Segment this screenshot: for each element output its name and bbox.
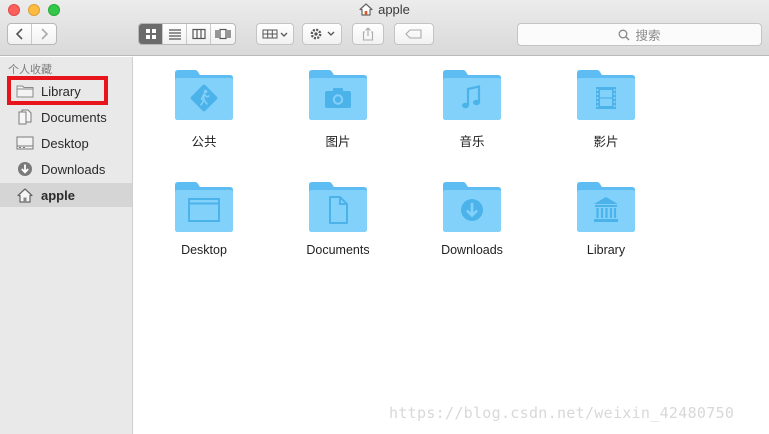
folder-label: Documents xyxy=(306,243,370,257)
music-folder-icon xyxy=(443,70,501,120)
document-icon xyxy=(16,109,34,125)
folder-item-desktop[interactable]: Desktop xyxy=(149,181,259,257)
folder-item-downloads[interactable]: Downloads xyxy=(417,181,527,257)
search-icon xyxy=(619,29,630,40)
pictures-folder-icon xyxy=(309,70,367,120)
library-folder-icon xyxy=(577,182,635,232)
public-folder-icon xyxy=(175,70,233,120)
gear-icon xyxy=(310,28,335,40)
folder-label: Downloads xyxy=(441,243,503,257)
sidebar-item-documents[interactable]: Documents xyxy=(0,105,132,129)
window-title-text: apple xyxy=(378,2,410,17)
sidebar-item-downloads[interactable]: Downloads xyxy=(0,157,132,181)
folder-label: 音乐 xyxy=(459,135,485,149)
back-button[interactable] xyxy=(8,24,32,44)
folder-item-documents[interactable]: Documents xyxy=(283,181,393,257)
column-view-button[interactable] xyxy=(187,24,211,44)
sidebar-item-label: Downloads xyxy=(41,161,106,177)
sidebar-item-home[interactable]: apple xyxy=(0,183,132,207)
folder-item-library[interactable]: Library xyxy=(551,181,661,257)
finder-window: apple 搜索 个人收藏 Library Documents Desktop … xyxy=(0,0,769,434)
view-mode-control xyxy=(138,23,236,45)
search-field[interactable]: 搜索 xyxy=(517,23,762,46)
folder-label: 图片 xyxy=(325,135,351,149)
home-icon xyxy=(359,3,373,16)
home-icon xyxy=(16,187,34,203)
movies-folder-icon xyxy=(577,70,635,120)
sidebar-heading-favorites: 个人收藏 xyxy=(8,64,52,76)
folder-item-movies[interactable]: 影片 xyxy=(551,69,661,150)
navigation-buttons xyxy=(7,23,57,45)
watermark-text: https://blog.csdn.net/weixin_42480750 xyxy=(389,404,735,422)
folder-label: Library xyxy=(586,243,626,257)
annotation-highlight-box xyxy=(7,76,108,105)
chevron-right-icon xyxy=(41,28,49,40)
folder-item-public[interactable]: 公共 xyxy=(149,69,259,150)
sidebar-item-label: Desktop xyxy=(41,135,89,151)
tag-icon xyxy=(405,29,422,39)
sidebar-item-label: Documents xyxy=(41,109,107,125)
share-icon xyxy=(362,27,374,41)
documents-folder-icon xyxy=(309,182,367,232)
column-view-icon xyxy=(191,28,206,40)
icon-view-icon xyxy=(145,29,156,39)
folder-item-music[interactable]: 音乐 xyxy=(417,69,527,150)
forward-button[interactable] xyxy=(32,24,56,44)
action-button[interactable] xyxy=(302,23,342,45)
cover-flow-button[interactable] xyxy=(211,24,235,44)
sidebar-item-desktop[interactable]: Desktop xyxy=(0,131,132,155)
arrange-button[interactable] xyxy=(256,23,294,45)
list-view-button[interactable] xyxy=(163,24,187,44)
list-view-icon xyxy=(168,29,181,40)
file-grid: 公共 图片 音乐 影片 Desktop Documents Downloads … xyxy=(134,57,769,434)
window-title: apple xyxy=(0,2,769,17)
folder-item-pictures[interactable]: 图片 xyxy=(283,69,393,150)
chevron-left-icon xyxy=(15,28,23,40)
tags-button[interactable] xyxy=(394,23,434,45)
folder-label: Desktop xyxy=(181,243,227,257)
sidebar-item-label: apple xyxy=(41,187,75,203)
sidebar: 个人收藏 Library Documents Desktop Downloads… xyxy=(0,57,133,434)
share-button[interactable] xyxy=(352,23,384,45)
folder-label: 影片 xyxy=(593,135,619,149)
toolbar: apple 搜索 xyxy=(0,0,769,56)
arrange-grid-icon xyxy=(262,29,288,39)
cover-flow-icon xyxy=(215,28,231,40)
desktop-icon xyxy=(16,135,34,151)
desktop-folder-icon xyxy=(175,182,233,232)
icon-view-button[interactable] xyxy=(139,24,163,44)
search-placeholder: 搜索 xyxy=(635,29,661,43)
download-icon xyxy=(16,161,34,177)
downloads-folder-icon xyxy=(443,182,501,232)
folder-label: 公共 xyxy=(191,135,217,149)
